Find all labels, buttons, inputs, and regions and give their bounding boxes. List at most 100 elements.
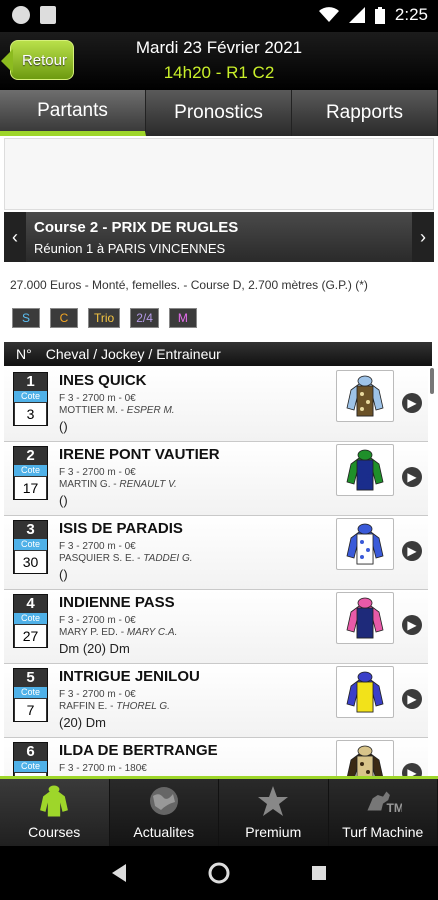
trainer-name: ESPER M. [126, 405, 175, 416]
race-time-code: 14h20 - R1 C2 [163, 63, 275, 82]
runner-music: () [59, 493, 68, 508]
runner-details: F 3 - 2700 m - 0€ [59, 689, 136, 700]
horse-name: ILDA DE BERTRANGE [59, 742, 218, 759]
wifi-icon [318, 7, 339, 22]
runner-row[interactable]: 3 Cote 30 ISIS DE PARADIS F 3 - 2700 m - 0€ P… [4, 516, 428, 590]
horse-name: INTRIGUE JENILOU [59, 668, 200, 685]
jockey-trainer: RAFFIN E. - THOREL G. [59, 701, 170, 712]
trainer-name: TADDEI G. [143, 553, 193, 564]
tab-bar: Partants Pronostics Rapports [0, 90, 438, 136]
globe-icon [145, 782, 183, 820]
runner-number: 1 [26, 373, 35, 390]
runner-cote: 30 [15, 551, 46, 573]
runner-detail-button[interactable]: ▶ [402, 467, 422, 487]
star-icon [254, 782, 292, 820]
cote-label: Cote [14, 761, 47, 772]
jockey-trainer: MOTTIER M. - ESPER M. [59, 405, 175, 416]
nav-turf-machine[interactable]: TM Turf Machine [328, 779, 438, 846]
cote-label: Cote [14, 465, 47, 476]
jockey-silk-icon [35, 782, 73, 820]
trainer-name: RENAULT V. [119, 479, 177, 490]
runner-cote: 17 [15, 477, 46, 499]
bet-type-badge: Trio [88, 308, 121, 328]
jockey-silk-icon [336, 518, 394, 570]
signal-icon [348, 7, 365, 23]
jockey-name: MARY P. ED. [59, 627, 118, 638]
cote-label: Cote [14, 391, 47, 402]
nav-label: Turf Machine [342, 824, 424, 840]
horse-name: INES QUICK [59, 372, 147, 389]
bet-type-badge: 2/4 [130, 308, 159, 328]
runner-row[interactable]: 4 Cote 27 INDIENNE PASS F 3 - 2700 m - 0€ MAR… [4, 590, 428, 664]
bottom-navigation: Courses Actualites Premium TM Turf Machine [0, 776, 438, 846]
tab-pronostics[interactable]: Pronostics [146, 90, 292, 136]
runner-details: F 3 - 2700 m - 0€ [59, 467, 136, 478]
runner-music: () [59, 419, 68, 434]
nav-premium[interactable]: Premium [219, 779, 329, 846]
bet-types: S C Trio 2/4 M [12, 308, 197, 328]
runner-row[interactable]: 1 Cote 3 INES QUICK F 3 - 2700 m - 0€ MOTTIER… [4, 368, 428, 442]
nav-label: Actualites [133, 824, 195, 840]
home-nav-icon[interactable] [208, 862, 230, 884]
runner-cote: 3 [15, 403, 46, 425]
runner-detail-button[interactable]: ▶ [402, 763, 422, 776]
nav-label: Premium [245, 824, 302, 840]
runner-number-badge: 1 Cote 3 [13, 372, 48, 426]
runner-number: 3 [26, 521, 35, 538]
status-time: 2:25 [394, 5, 428, 24]
horse-name: INDIENNE PASS [59, 594, 175, 611]
jockey-trainer: MARY P. ED. - MARY C.A. [59, 627, 178, 638]
nav-actualites[interactable]: Actualites [109, 779, 219, 846]
bet-type-badge: S [12, 308, 40, 328]
trainer-name: THOREL G. [116, 701, 170, 712]
runner-row[interactable]: 2 Cote 17 IRENE PONT VAUTIER F 3 - 2700 m - … [4, 442, 428, 516]
next-course-button[interactable]: › [412, 212, 434, 262]
horse-name: ISIS DE PARADIS [59, 520, 183, 537]
horse-column-header: Cheval / Jockey / Entraineur [45, 346, 221, 362]
app-screen: 2:25 Retour Mardi 23 Février 2021 14h20 … [0, 0, 438, 900]
runner-music: (20) Dm [59, 715, 106, 730]
runner-details: F 3 - 2700 m - 0€ [59, 393, 136, 404]
runner-music: () [59, 567, 68, 582]
jockey-name: MARTIN G. [59, 479, 111, 490]
cote-label: Cote [14, 539, 47, 550]
jockey-name: MOTTIER M. [59, 405, 118, 416]
jockey-trainer: PASQUIER S. E. - TADDEI G. [59, 553, 193, 564]
nav-courses[interactable]: Courses [0, 779, 110, 846]
battery-icon [374, 6, 385, 24]
runner-detail-button[interactable]: ▶ [402, 615, 422, 635]
runner-row[interactable]: 5 Cote 7 INTRIGUE JENILOU F 3 - 2700 m - 0€ R… [4, 664, 428, 738]
runners-list-header: N° Cheval / Jockey / Entraineur [4, 342, 432, 366]
runner-detail-button[interactable]: ▶ [402, 393, 422, 413]
runner-number: 6 [26, 743, 35, 760]
cote-label: Cote [14, 687, 47, 698]
runner-detail-button[interactable]: ▶ [402, 689, 422, 709]
jockey-silk-icon [336, 740, 394, 776]
jockey-silk-icon [336, 444, 394, 496]
jockey-silk-icon [336, 666, 394, 718]
runner-detail-button[interactable]: ▶ [402, 541, 422, 561]
race-date: Mardi 23 Février 2021 [135, 38, 303, 57]
prev-course-button[interactable]: ‹ [4, 212, 26, 262]
scrollbar[interactable] [430, 368, 434, 394]
tab-partants[interactable]: Partants [0, 90, 146, 136]
horse-name: IRENE PONT VAUTIER [59, 446, 220, 463]
cote-label: Cote [14, 613, 47, 624]
app-header: Retour Mardi 23 Février 2021 14h20 - R1 … [0, 32, 438, 90]
main-content: ‹ Course 2 - PRIX DE RUGLES Réunion 1 à … [0, 136, 438, 776]
jockey-name: RAFFIN E. [59, 701, 108, 712]
jockey-silk-icon [336, 370, 394, 422]
tab-rapports[interactable]: Rapports [292, 90, 438, 136]
runner-number: 4 [26, 595, 35, 612]
runner-number: 2 [26, 447, 35, 464]
bet-type-badge: M [168, 308, 197, 328]
course-conditions: 27.000 Euros - Monté, femelles. - Course… [10, 278, 368, 292]
back-nav-icon[interactable] [110, 863, 128, 883]
notification-dot-icon [12, 6, 30, 24]
clipboard-icon [40, 6, 56, 24]
jockey-silk-icon [336, 592, 394, 644]
runner-row[interactable]: 6 Cote ILDA DE BERTRANGE F 3 - 2700 m - 180… [4, 738, 428, 776]
recents-nav-icon[interactable] [310, 864, 328, 882]
system-navigation-bar [0, 846, 438, 900]
runner-details: F 3 - 2700 m - 180€ [59, 763, 147, 774]
